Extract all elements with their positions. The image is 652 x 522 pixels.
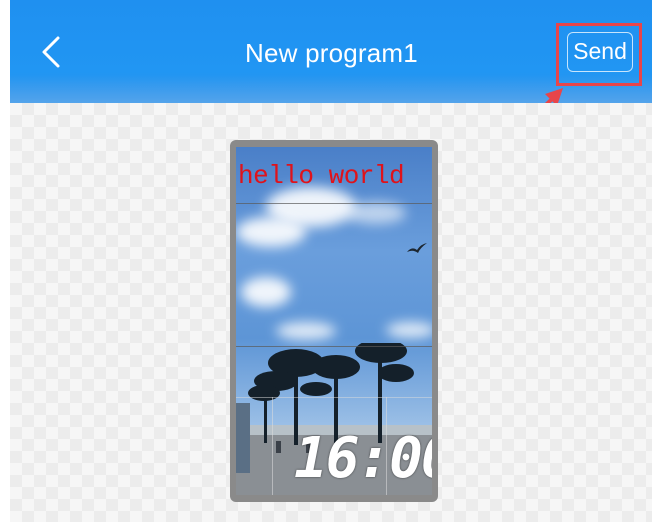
clock-item[interactable]: 16:00 bbox=[294, 430, 432, 488]
region-divider bbox=[236, 346, 432, 347]
cloud-shape bbox=[241, 277, 291, 307]
bird-icon bbox=[407, 243, 427, 253]
region-divider bbox=[236, 397, 432, 398]
send-button[interactable]: Send bbox=[567, 32, 633, 72]
region-divider bbox=[236, 203, 432, 204]
cloud-shape bbox=[386, 322, 432, 338]
cloud-shape bbox=[236, 217, 306, 247]
program-preview-screen[interactable]: hello world 16:00 bbox=[236, 147, 432, 495]
cloud-shape bbox=[276, 322, 336, 340]
cloud-shape bbox=[346, 202, 406, 224]
text-item[interactable]: hello world bbox=[238, 161, 432, 191]
region-divider bbox=[272, 397, 273, 495]
